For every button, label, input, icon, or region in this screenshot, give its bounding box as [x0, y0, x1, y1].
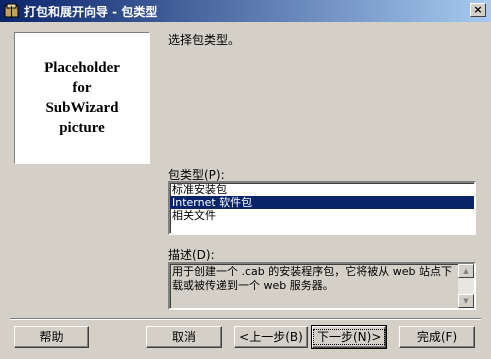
description-text: 用于创建一个 .cab 的安装程序包，它将被从 web 站点下载或被传递到一个 …: [172, 265, 452, 292]
list-item[interactable]: Internet 软件包: [170, 196, 474, 209]
description-label: 描述(D):: [168, 248, 215, 262]
description-box: 用于创建一个 .cab 的安装程序包，它将被从 web 站点下载或被传递到一个 …: [168, 262, 476, 310]
separator: [10, 318, 481, 320]
next-button[interactable]: 下一步(N)>: [311, 325, 387, 349]
scroll-up-icon[interactable]: ▲: [458, 264, 474, 278]
help-button[interactable]: 帮助: [14, 326, 89, 348]
vertical-scrollbar[interactable]: ▲ ▼: [458, 264, 474, 308]
close-button[interactable]: ×: [470, 3, 486, 17]
next-button-label: 下一步(N)>: [313, 329, 386, 345]
scroll-down-icon[interactable]: ▼: [458, 294, 474, 308]
close-icon: ×: [473, 3, 483, 16]
instruction-text: 选择包类型。: [168, 33, 241, 47]
back-button[interactable]: <上一步(B): [234, 326, 308, 348]
title-bar: 打包和展开向导 - 包类型 ×: [0, 0, 491, 22]
picture-placeholder-text: Placeholder for SubWizard picture: [44, 60, 120, 136]
wizard-picture: Placeholder for SubWizard picture: [14, 32, 150, 164]
list-item[interactable]: 相关文件: [170, 209, 474, 222]
finish-button[interactable]: 完成(F): [399, 326, 475, 348]
app-icon: [4, 3, 19, 18]
cancel-button[interactable]: 取消: [146, 326, 222, 348]
window-title: 打包和展开向导 - 包类型: [24, 5, 158, 19]
package-type-listbox[interactable]: 标准安装包 Internet 软件包 相关文件: [168, 181, 476, 235]
list-item[interactable]: 标准安装包: [170, 183, 474, 196]
